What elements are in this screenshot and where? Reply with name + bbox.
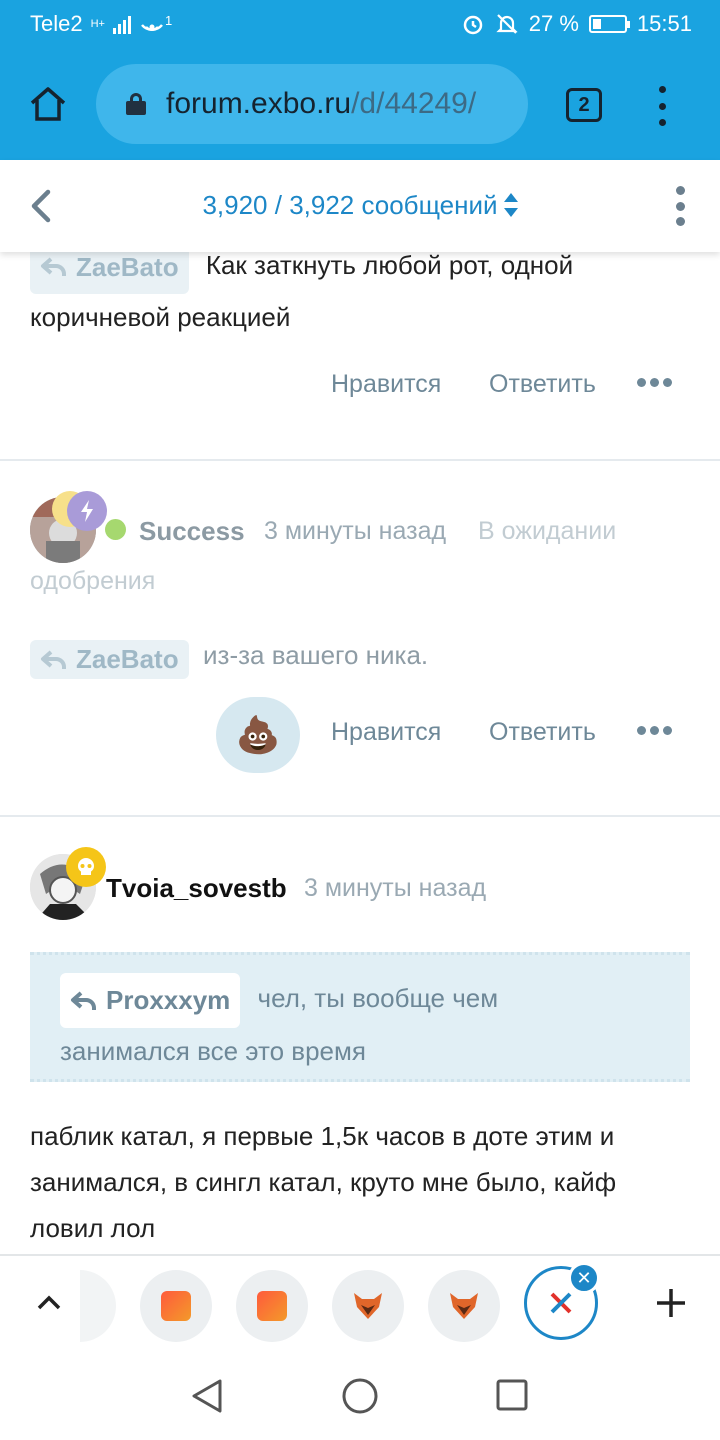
post-author[interactable]: Tvoia_sovestb bbox=[106, 873, 287, 904]
post-text-line: паблик катал, я первые 1,5к часов в доте… bbox=[30, 1121, 615, 1151]
post-divider bbox=[0, 815, 720, 817]
post-1: ZaeBato Как заткнуть любой рот, одной ко… bbox=[30, 240, 690, 340]
fox-favicon-icon bbox=[354, 1293, 382, 1319]
mute-bell-icon bbox=[496, 14, 518, 34]
battery-icon bbox=[588, 15, 630, 33]
post-time[interactable]: 3 минуты назад bbox=[304, 874, 486, 903]
reply-button[interactable]: Ответить bbox=[489, 370, 596, 399]
tab-favicon-icon bbox=[257, 1291, 287, 1321]
home-icon[interactable] bbox=[28, 84, 68, 124]
browser-toolbar: forum.exbo.ru/d/44249/ 2 bbox=[0, 50, 720, 160]
post-text-line: занимался, в сингл катал, круто мне было… bbox=[30, 1167, 617, 1197]
reply-button[interactable]: Ответить bbox=[489, 718, 596, 747]
quote-block: Proxxxym чел, ты вообще чем занимался вс… bbox=[30, 952, 690, 1082]
nav-back-icon[interactable] bbox=[190, 1378, 224, 1414]
status-bar: Tele2 H+ 1 27 % 15:51 bbox=[0, 0, 720, 50]
post-body: ZaeBato из-за вашего ника. bbox=[30, 632, 690, 680]
tab-thumbnail[interactable] bbox=[332, 1270, 404, 1342]
poop-emoji: 💩 bbox=[235, 714, 281, 755]
reply-arrow-icon bbox=[71, 990, 96, 1010]
discussion-menu-icon[interactable] bbox=[672, 186, 688, 226]
url-path: /d/44249/ bbox=[351, 87, 477, 120]
like-button[interactable]: Нравится bbox=[331, 370, 441, 399]
post-time[interactable]: 3 минуты назад bbox=[264, 517, 446, 546]
new-tab-icon[interactable] bbox=[654, 1286, 688, 1320]
reply-mention[interactable]: Proxxxym bbox=[60, 973, 241, 1028]
reply-mention-name: Proxxxym bbox=[106, 985, 231, 1015]
system-navigation-bar bbox=[0, 1354, 720, 1440]
reply-arrow-icon bbox=[41, 650, 66, 669]
online-status-dot bbox=[105, 519, 126, 540]
post-scrubber[interactable]: 3,920 / 3,922 сообщений bbox=[0, 190, 720, 221]
lock-icon bbox=[126, 93, 146, 115]
tab-thumbnail[interactable] bbox=[428, 1270, 500, 1342]
hotspot-count: 1 bbox=[164, 13, 173, 28]
poop-reaction-button[interactable]: 💩 bbox=[216, 697, 300, 773]
tab-thumbnail[interactable] bbox=[140, 1270, 212, 1342]
tab-switcher-button[interactable]: 2 bbox=[566, 88, 602, 122]
reply-mention-name: ZaeBato bbox=[76, 644, 179, 675]
skull-badge-icon bbox=[66, 847, 106, 887]
post-text-line: коричневой реакцией bbox=[30, 302, 291, 332]
signal-icon bbox=[112, 14, 131, 34]
like-button[interactable]: Нравится bbox=[331, 718, 441, 747]
post-text-line: из-за вашего ника. bbox=[203, 640, 429, 670]
post-counter-text: 3,920 / 3,922 сообщений bbox=[202, 190, 498, 220]
reply-mention[interactable]: ZaeBato bbox=[30, 640, 189, 680]
network-type: H+ bbox=[90, 18, 105, 30]
exbo-favicon-icon bbox=[550, 1292, 572, 1314]
approval-status: В ожидании bbox=[478, 517, 617, 545]
address-bar[interactable]: forum.exbo.ru/d/44249/ bbox=[96, 64, 528, 144]
battery-fill bbox=[592, 19, 602, 29]
carrier-name: Tele2 bbox=[30, 11, 83, 36]
nav-recents-icon[interactable] bbox=[495, 1378, 529, 1412]
discussion-header: 3,920 / 3,922 сообщений bbox=[0, 160, 720, 252]
post-text-line: Как заткнуть любой рот, одной bbox=[205, 249, 574, 280]
badge-lightning-icon bbox=[67, 491, 107, 531]
tab-favicon-icon bbox=[161, 1291, 191, 1321]
reply-arrow-icon bbox=[41, 257, 66, 276]
fox-favicon-icon bbox=[450, 1293, 478, 1319]
close-tab-icon[interactable]: ✕ bbox=[568, 1262, 600, 1294]
post-actions: Нравится Ответить bbox=[331, 716, 672, 748]
url-host: forum.exbo.ru bbox=[166, 87, 352, 120]
post-author[interactable]: Success bbox=[139, 516, 245, 547]
clock: 15:51 bbox=[636, 11, 692, 36]
browser-menu-icon[interactable] bbox=[652, 86, 672, 126]
battery-percent: 27 % bbox=[528, 11, 579, 36]
more-options-icon[interactable] bbox=[637, 726, 672, 735]
post-actions: Нравится Ответить bbox=[331, 368, 672, 400]
post-body: паблик катал, я первые 1,5к часов в доте… bbox=[30, 1113, 700, 1251]
more-options-icon[interactable] bbox=[637, 378, 672, 387]
post-text-line: ловил лол bbox=[30, 1213, 156, 1243]
sort-arrows-icon bbox=[503, 193, 518, 218]
tab-thumbnail[interactable] bbox=[236, 1270, 308, 1342]
tab-thumbnail-partial[interactable] bbox=[80, 1270, 116, 1342]
post-body: ZaeBato Как заткнуть любой рот, одной ко… bbox=[30, 240, 690, 340]
nav-home-icon[interactable] bbox=[341, 1377, 379, 1415]
approval-status-rest: одобрения bbox=[30, 567, 156, 595]
hotspot-icon: 1 bbox=[139, 13, 172, 35]
quote-text-line: занимался все это время bbox=[60, 1036, 366, 1066]
alarm-icon bbox=[463, 15, 483, 35]
chevron-up-icon[interactable] bbox=[36, 1290, 62, 1316]
tab-strip: ✕ bbox=[0, 1254, 720, 1354]
quote-text-line: чел, ты вообще чем bbox=[257, 983, 499, 1014]
post-divider bbox=[0, 459, 720, 461]
